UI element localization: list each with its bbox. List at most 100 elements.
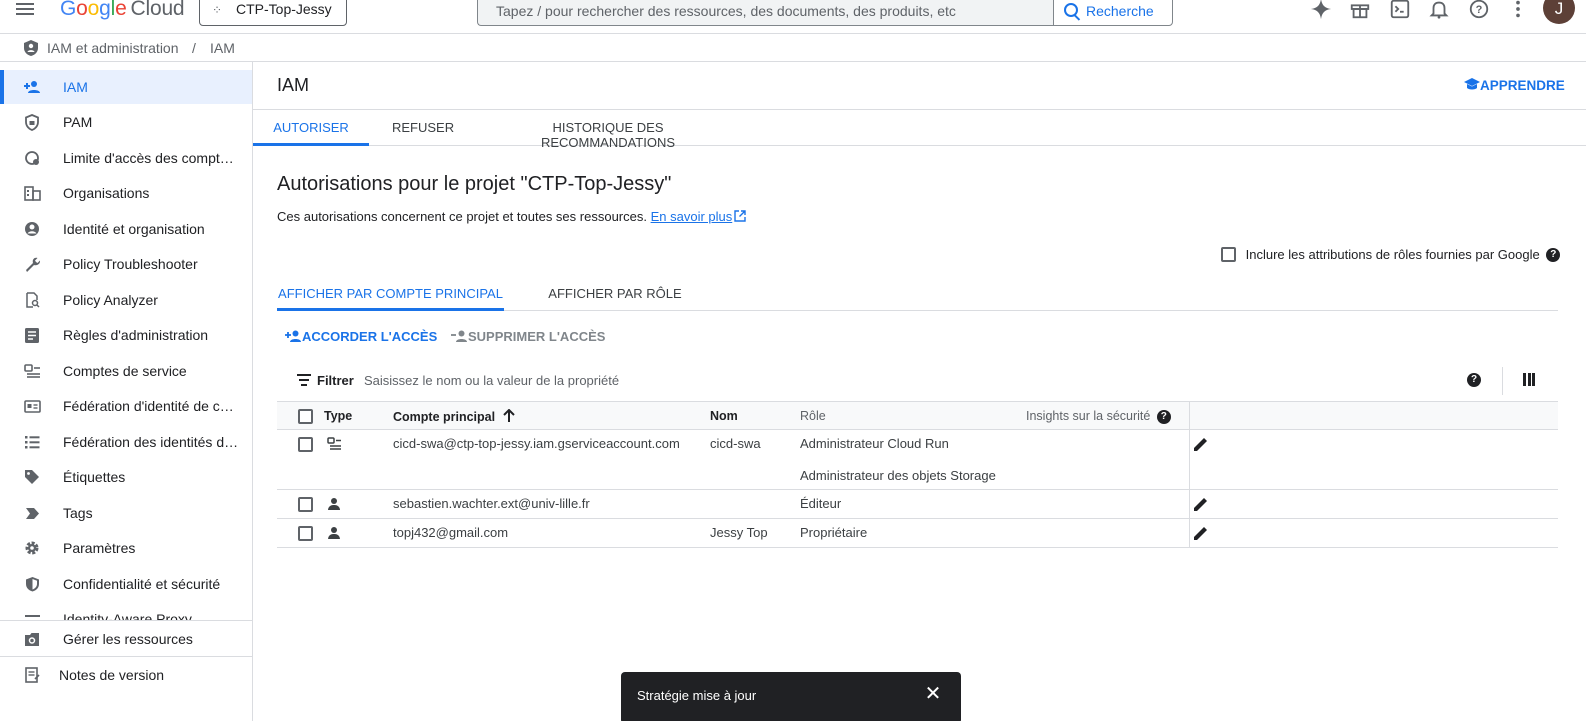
edit-pencil-icon[interactable] [1193,436,1209,452]
principal-cell: cicd-swa@ctp-top-jessy.iam.gserviceaccou… [393,436,680,451]
grant-access-button[interactable]: ACCORDER L'ACCÈS [285,329,437,344]
sidebar-item-labels[interactable]: Étiquettes [0,460,252,494]
sidebar-item-pam[interactable]: PAM [0,105,252,139]
gemini-sparkle-icon[interactable] [1309,0,1333,22]
sidebar: IAM PAM Limite d'accès des comptes princ… [0,62,253,721]
sidebar-item-identity[interactable]: Identité et organisation [0,212,252,246]
sidebar-item-tags[interactable]: Tags [0,496,252,530]
business-icon [23,184,41,202]
tab-deny[interactable]: REFUSER [392,120,454,146]
breadcrumb-separator: / [192,40,196,56]
document-search-icon [23,291,41,309]
role-cell: Administrateur Cloud Run [800,436,949,451]
gift-icon[interactable] [1348,0,1372,22]
row-checkbox[interactable] [298,437,313,452]
person-remove-icon [451,329,468,344]
sidebar-item-admin-rules[interactable]: Règles d'administration [0,318,252,352]
filter-bar: Filtrer Saisissez le nom ou la valeur de… [277,365,1558,397]
table-row: sebastien.wachter.ext@univ-lille.fr Édit… [277,490,1558,519]
sidebar-item-label: Fédération d'identité de charge de trava… [63,398,239,414]
tab-allow[interactable]: AUTORISER [253,120,369,146]
learn-button[interactable]: APPRENDRE [1464,78,1565,93]
person-add-icon [285,329,302,344]
row-checkbox[interactable] [298,526,313,541]
sidebar-item-settings[interactable]: Paramètres [0,531,252,565]
sidebar-item-iam[interactable]: IAM [0,70,252,104]
column-display-icon[interactable] [1523,373,1537,387]
tab-view-by-principal[interactable]: AFFICHER PAR COMPTE PRINCIPAL [277,286,504,311]
arrow-upward-icon [495,408,515,424]
column-header-insights[interactable]: Insights sur la sécurité ? [1026,409,1171,424]
sidebar-item-service-accounts[interactable]: Comptes de service [0,354,252,388]
help-icon[interactable]: ? [1156,409,1171,424]
include-google-roles-checkbox[interactable] [1221,247,1236,263]
service-account-icon [23,362,41,380]
section-title: Autorisations pour le projet "CTP-Top-Je… [277,173,672,195]
sidebar-item-label: Confidentialité et sécurité [63,576,221,592]
sidebar-item-workforce-identity[interactable]: Fédération des identités de personnel [0,425,252,459]
open-in-new-icon [732,209,746,224]
project-name: CTP-Top-Jessy [236,1,332,17]
sidebar-item-policy-analyzer[interactable]: Policy Analyzer [0,283,252,317]
tag-icon [23,504,41,522]
school-icon [1464,78,1480,93]
sidebar-item-label: Comptes de service [63,363,187,379]
search-button[interactable]: Recherche [1053,0,1173,26]
name-cell: cicd-swa [710,436,761,451]
include-google-roles: Inclure les attributions de rôles fourni… [1221,246,1561,264]
wrench-icon [23,255,41,273]
person-icon [327,497,341,511]
google-cloud-logo[interactable]: Google Cloud [60,0,185,21]
sidebar-item-release-notes[interactable]: Notes de version [0,656,252,692]
project-dots-icon: ⁘ [212,3,223,17]
person-add-icon [23,78,41,96]
release-notes-icon [23,666,41,684]
sidebar-item-label: Étiquettes [63,469,126,485]
project-picker[interactable]: ⁘ CTP-Top-Jessy [199,0,347,26]
tab-view-by-role[interactable]: AFFICHER PAR RÔLE [540,286,690,311]
list-icon [23,433,41,451]
sidebar-footer: Gérer les ressources Notes de version [0,620,252,721]
filter-list-icon [297,374,311,389]
column-header-principal[interactable]: Compte principal [393,408,515,424]
close-icon[interactable]: ✕ [923,684,943,704]
role-cell: Éditeur [800,496,842,511]
sidebar-item-privacy-security[interactable]: Confidentialité et sécurité [0,567,252,601]
learn-more-link[interactable]: En savoir plus [651,209,733,224]
column-header-name[interactable]: Nom [710,409,738,423]
tab-recommendation-history[interactable]: HISTORIQUE DES RECOMMANDATIONS [493,120,723,150]
column-divider [1189,430,1190,490]
sidebar-item-label: Policy Analyzer [63,292,158,308]
column-header-type[interactable]: Type [324,409,352,423]
remove-access-button[interactable]: SUPPRIMER L'ACCÈS [451,329,605,344]
include-google-roles-label: Inclure les attributions de rôles fourni… [1245,247,1540,263]
edit-pencil-icon[interactable] [1193,525,1209,541]
column-header-role[interactable]: Rôle [800,409,826,423]
cloud-shell-icon[interactable] [1388,0,1412,22]
help-icon[interactable]: ? [1467,373,1481,387]
policy-list-icon [23,326,41,344]
view-tabs: AFFICHER PAR COMPTE PRINCIPAL AFFICHER P… [277,278,1558,311]
search-input[interactable]: Tapez / pour rechercher des ressources, … [477,0,1053,26]
sidebar-item-workload-identity[interactable]: Fédération d'identité de charge de trava… [0,389,252,423]
role-cell: Administrateur des objets Storage [800,468,996,483]
select-all-checkbox[interactable] [298,409,313,424]
sidebar-item-policy-troubleshooter[interactable]: Policy Troubleshooter [0,247,252,281]
sidebar-item-access-boundary[interactable]: Limite d'accès des comptes principaux [0,141,252,175]
help-icon[interactable]: ? [1546,247,1561,262]
help-icon[interactable]: ? [1467,0,1491,22]
breadcrumb-root-link[interactable]: IAM et administration [47,40,179,56]
row-checkbox[interactable] [298,497,313,512]
notifications-bell-icon[interactable] [1427,0,1451,22]
top-bar: Google Cloud ⁘ CTP-Top-Jessy Tapez / pour … [0,0,1586,34]
main-menu-button[interactable] [16,0,40,18]
edit-pencil-icon[interactable] [1193,496,1209,512]
avatar[interactable]: J [1543,0,1575,24]
more-vert-icon[interactable] [1506,0,1530,22]
sidebar-item-manage-resources[interactable]: Gérer les ressources [0,620,252,656]
sidebar-item-label: Tags [63,505,93,521]
sidebar-item-label: IAM [63,79,88,95]
sidebar-item-organisations[interactable]: Organisations [0,176,252,210]
filter-input[interactable]: Saisissez le nom ou la valeur de la prop… [364,373,619,388]
section-description: Ces autorisations concernent ce projet e… [277,209,746,224]
